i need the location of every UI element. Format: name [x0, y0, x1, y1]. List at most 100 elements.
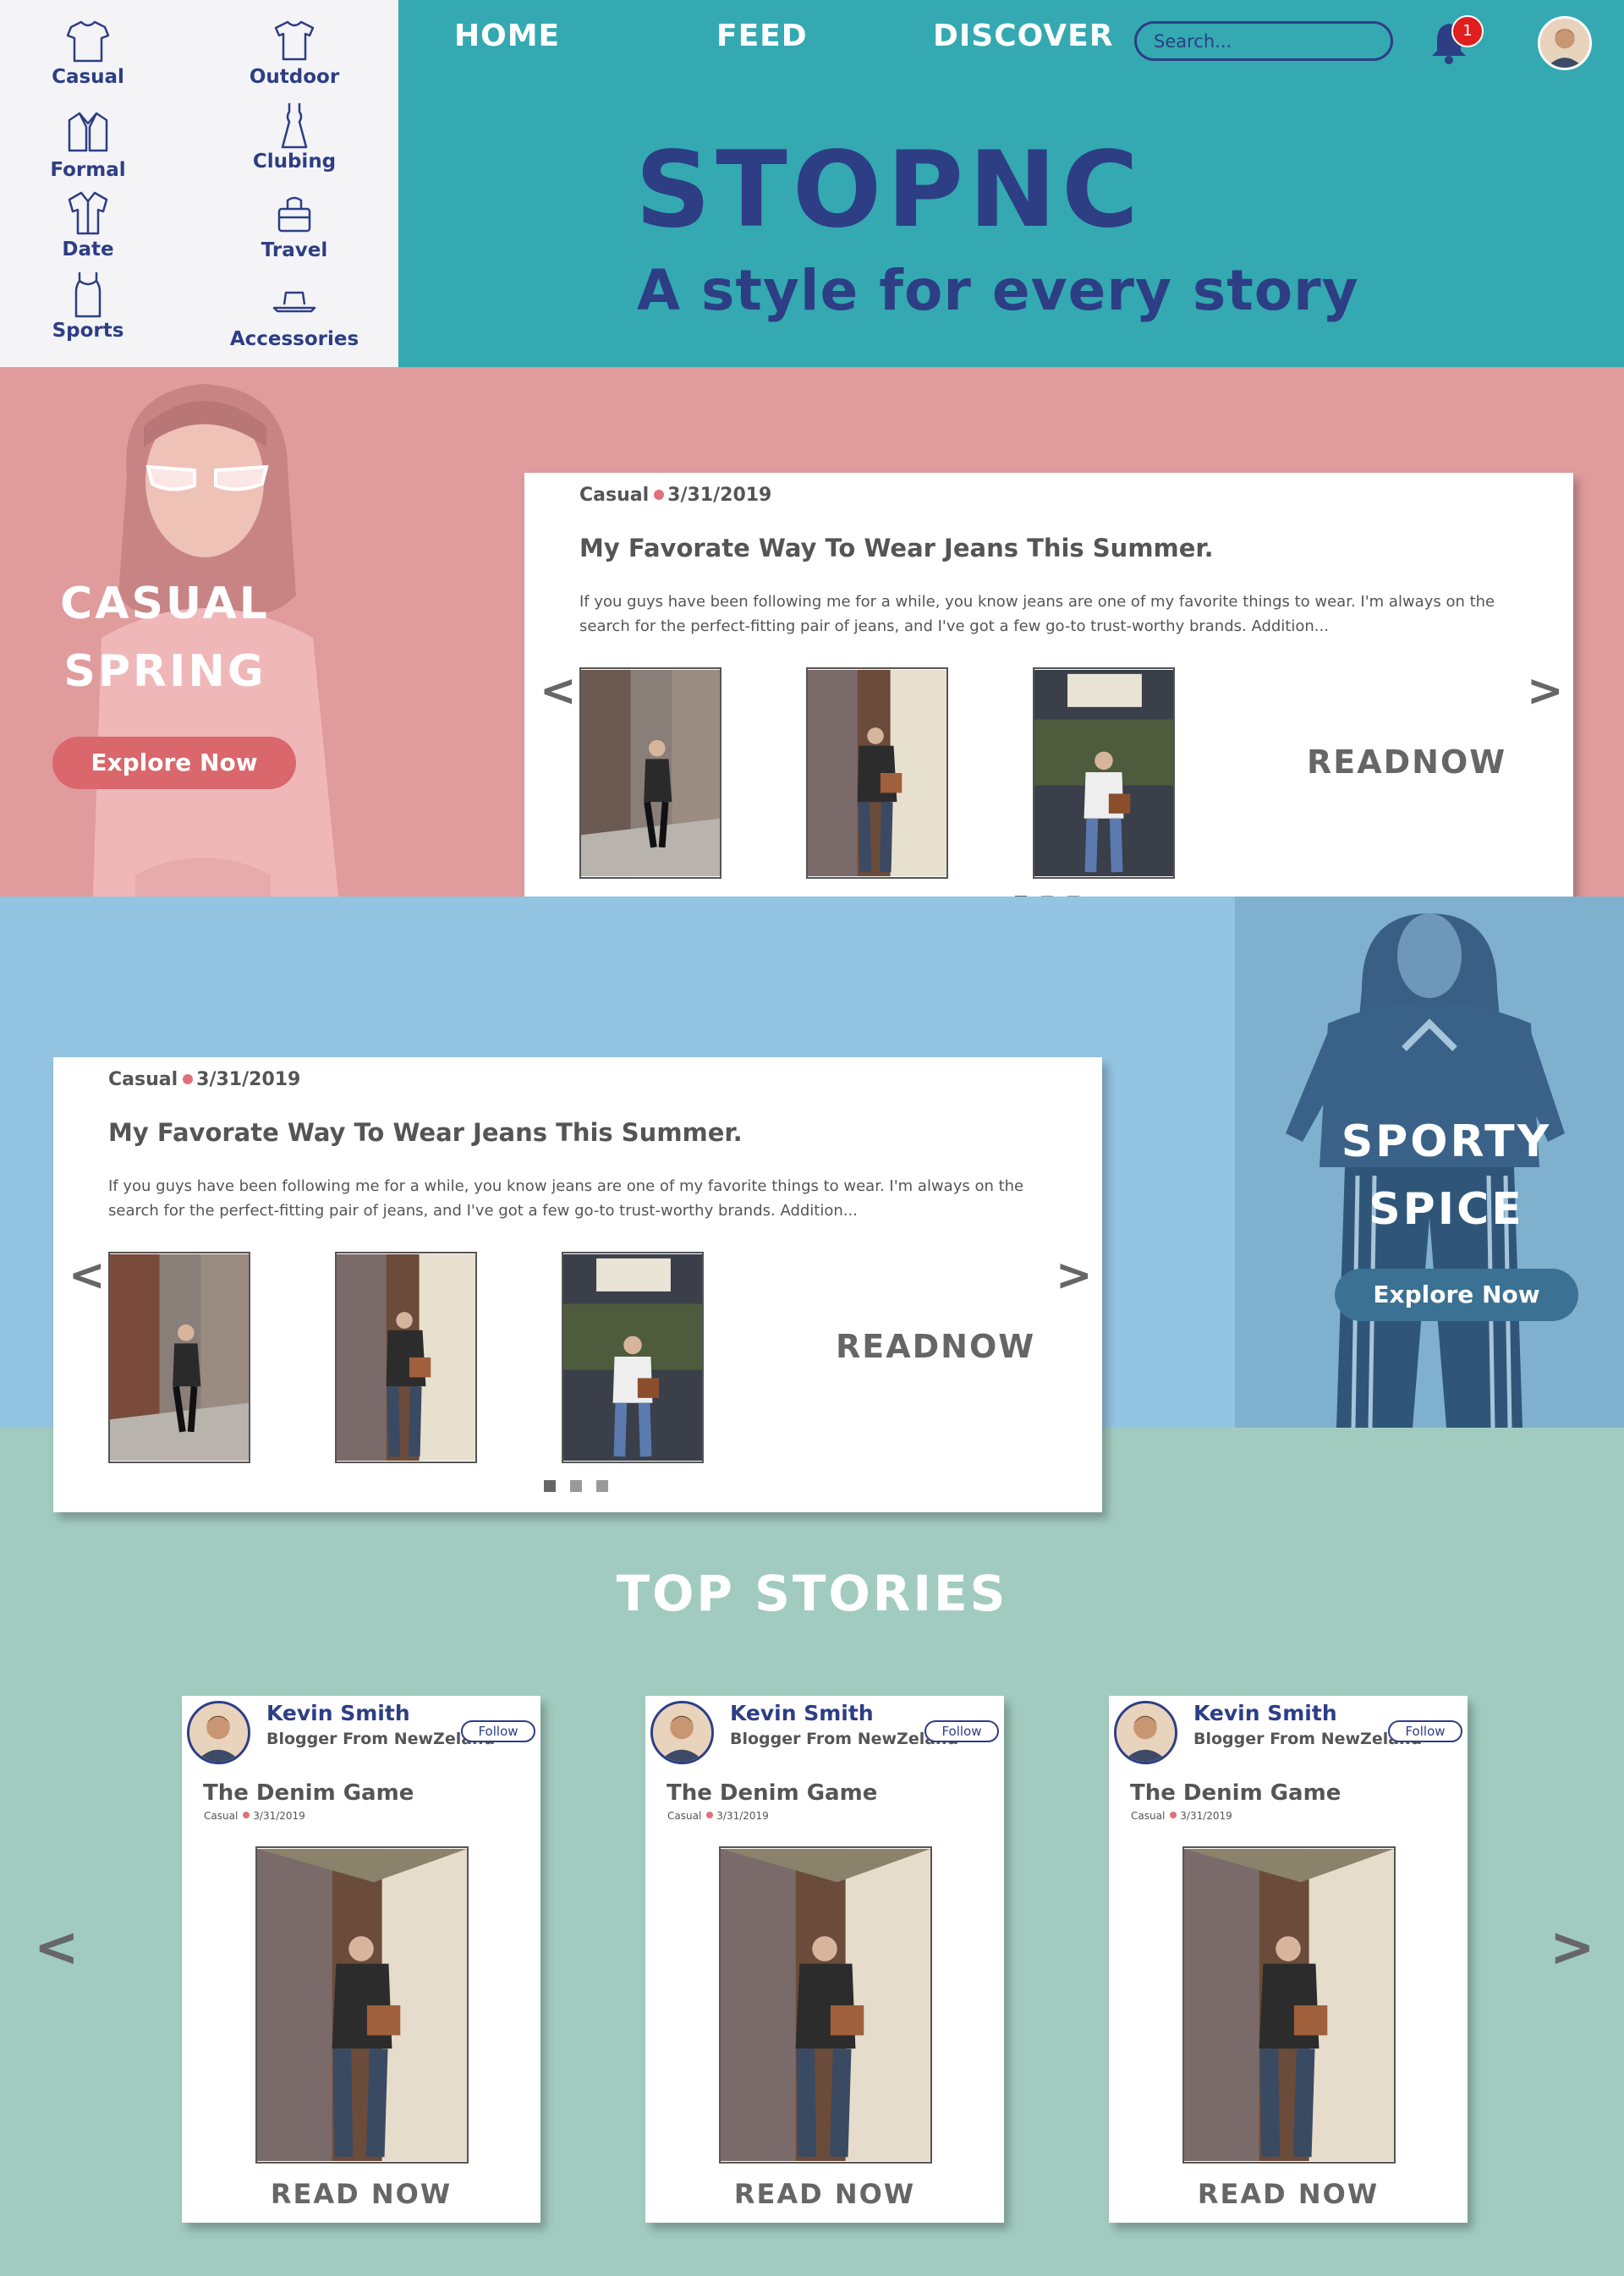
post-card: Casual 3/31/2019 My Favorate Way To Wear …: [53, 1057, 1102, 1512]
dress-icon: [281, 103, 308, 149]
carousel-dot[interactable]: [544, 1480, 556, 1492]
search-input[interactable]: [1134, 21, 1393, 61]
stories-next-arrow[interactable]: >: [1550, 1921, 1595, 1975]
explore-now-button[interactable]: Explore Now: [52, 737, 296, 789]
category-label: Clubing: [252, 151, 337, 173]
story-date: 3/31/2019: [1180, 1810, 1232, 1822]
post-title[interactable]: My Favorate Way To Wear Jeans This Summe…: [579, 534, 1214, 562]
author-name[interactable]: Kevin Smith: [266, 1701, 410, 1725]
carousel-prev-arrow[interactable]: <: [69, 1253, 106, 1297]
post-excerpt: If you guys have been following me for a…: [108, 1177, 1024, 1220]
post-title[interactable]: My Favorate Way To Wear Jeans This Summe…: [108, 1118, 743, 1147]
story-photo[interactable]: [1182, 1846, 1396, 2164]
post-date: 3/31/2019: [667, 485, 772, 506]
carousel-prev-arrow[interactable]: <: [540, 669, 577, 713]
read-now-link[interactable]: READNOW: [836, 1328, 1035, 1365]
story-title[interactable]: The Denim Game: [203, 1780, 414, 1806]
explore-now-button[interactable]: Explore Now: [1335, 1269, 1578, 1321]
read-now-link[interactable]: READ NOW: [645, 2178, 1004, 2210]
category-clubing[interactable]: Clubing: [210, 101, 379, 173]
post-thumbnail[interactable]: [108, 1252, 250, 1463]
post-thumbnail[interactable]: [806, 667, 948, 879]
post-category[interactable]: Casual: [108, 1069, 178, 1090]
story-card: Kevin Smith Blogger From NewZeland Follo…: [182, 1696, 540, 2223]
separator-dot: [243, 1812, 250, 1818]
category-label: Sports: [52, 320, 124, 342]
story-card: Kevin Smith Blogger From NewZeland Follo…: [1109, 1696, 1468, 2223]
hero-title: SPORTY SPICE: [1336, 1108, 1556, 1243]
header-banner: HOME FEED DISCOVER 1 STOPNC A style for …: [398, 0, 1624, 367]
category-casual[interactable]: Casual: [3, 17, 173, 88]
category-label: Formal: [50, 159, 126, 181]
author-avatar[interactable]: [650, 1701, 714, 1764]
post-meta: Casual 3/31/2019: [579, 485, 771, 506]
shirt-icon: [274, 20, 315, 61]
story-date: 3/31/2019: [253, 1810, 305, 1822]
story-category: Casual: [667, 1810, 702, 1822]
category-label: Date: [62, 239, 114, 261]
story-title[interactable]: The Denim Game: [1130, 1780, 1341, 1806]
separator-dot: [706, 1812, 714, 1818]
category-travel[interactable]: Travel: [210, 190, 379, 261]
story-title[interactable]: The Denim Game: [667, 1780, 877, 1806]
nav-feed[interactable]: FEED: [716, 19, 808, 53]
carousel-dot[interactable]: [570, 1480, 582, 1492]
category-outdoor[interactable]: Outdoor: [210, 17, 379, 88]
post-card: Casual 3/31/2019 My Favorate Way To Wear …: [524, 473, 1573, 928]
story-meta: Casual 3/31/2019: [1131, 1810, 1232, 1822]
stories-prev-arrow[interactable]: <: [34, 1921, 80, 1975]
notification-badge: 1: [1451, 15, 1484, 47]
post-date: 3/31/2019: [196, 1069, 301, 1090]
post-category[interactable]: Casual: [579, 485, 649, 506]
post-thumbnail[interactable]: [579, 667, 721, 879]
carousel-next-arrow[interactable]: >: [1527, 669, 1564, 713]
category-accessories[interactable]: Accessories: [210, 279, 379, 350]
author-avatar[interactable]: [187, 1701, 250, 1764]
story-date: 3/31/2019: [716, 1810, 769, 1822]
author-name[interactable]: Kevin Smith: [1193, 1701, 1337, 1725]
story-category: Casual: [204, 1810, 239, 1822]
follow-button[interactable]: Follow: [1388, 1720, 1462, 1742]
carousel-next-arrow[interactable]: >: [1056, 1253, 1093, 1297]
read-now-link[interactable]: READNOW: [1307, 743, 1506, 781]
avatar[interactable]: [1538, 16, 1592, 70]
read-now-link[interactable]: READ NOW: [182, 2178, 540, 2210]
category-label: Travel: [261, 239, 328, 261]
brand-tagline: A style for every story: [637, 258, 1359, 323]
hero-title-line: CASUAL: [60, 579, 270, 629]
author-avatar[interactable]: [1114, 1701, 1177, 1764]
hat-icon: [272, 291, 316, 313]
category-date[interactable]: Date: [3, 189, 173, 261]
category-label: Casual: [52, 66, 124, 88]
separator-dot: [1170, 1812, 1177, 1818]
category-label: Accessories: [229, 328, 359, 350]
category-panel: Casual Outdoor Formal Clubing Date Trave…: [0, 0, 398, 367]
separator-dot: [654, 490, 665, 500]
category-sports[interactable]: Sports: [3, 271, 173, 342]
story-card: Kevin Smith Blogger From NewZeland Follo…: [645, 1696, 1004, 2223]
author-name[interactable]: Kevin Smith: [730, 1701, 874, 1725]
follow-button[interactable]: Follow: [924, 1720, 999, 1742]
bag-icon: [277, 196, 311, 233]
story-photo[interactable]: [719, 1846, 932, 2164]
nav-discover[interactable]: DISCOVER: [933, 19, 1113, 53]
hero-title-line: SPRING: [63, 646, 266, 697]
post-excerpt: If you guys have been following me for a…: [579, 593, 1495, 635]
category-formal[interactable]: Formal: [3, 110, 173, 181]
jacket-icon: [68, 112, 108, 152]
post-thumbnail[interactable]: [1033, 667, 1175, 879]
hero-title-line: SPORTY: [1341, 1116, 1552, 1167]
story-photo[interactable]: [255, 1846, 469, 2164]
post-thumbnail[interactable]: [335, 1252, 477, 1463]
read-now-link[interactable]: READ NOW: [1109, 2178, 1468, 2210]
brand-title: STOPNC: [635, 129, 1144, 251]
post-thumbnail[interactable]: [562, 1252, 704, 1463]
hero-title-line: SPICE: [1369, 1184, 1524, 1235]
carousel-dot[interactable]: [596, 1480, 608, 1492]
story-meta: Casual 3/31/2019: [204, 1810, 305, 1822]
category-label: Outdoor: [249, 66, 340, 88]
hero-title: CASUAL SPRING: [51, 570, 279, 705]
nav-home[interactable]: HOME: [454, 19, 560, 53]
button-shirt-icon: [68, 191, 108, 235]
follow-button[interactable]: Follow: [461, 1720, 535, 1742]
